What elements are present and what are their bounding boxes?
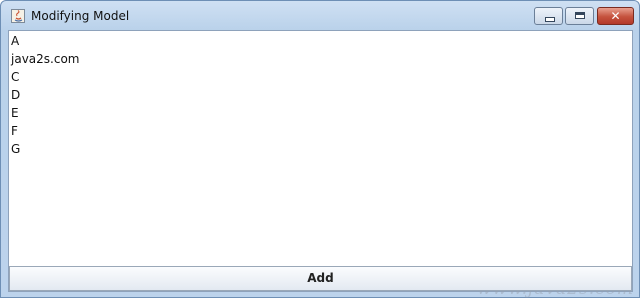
java-icon	[11, 9, 25, 23]
list-item[interactable]: A	[11, 32, 611, 50]
list-item[interactable]: G	[11, 140, 611, 158]
minimize-button[interactable]	[534, 7, 563, 25]
add-button[interactable]: Add	[9, 266, 632, 291]
list-item[interactable]: E	[11, 104, 611, 122]
window-title: Modifying Model	[31, 9, 130, 23]
minimize-icon	[545, 17, 555, 22]
maximize-button[interactable]	[565, 7, 594, 25]
list-item[interactable]: java2s.com	[11, 50, 611, 68]
list-item[interactable]: D	[11, 86, 611, 104]
title-bar[interactable]: Modifying Model ✕	[1, 1, 639, 31]
list-item[interactable]: C	[11, 68, 611, 86]
close-button[interactable]: ✕	[597, 7, 634, 25]
item-list[interactable]: A java2s.com C D E F G	[9, 31, 632, 264]
content-pane: A java2s.com C D E F G www.java2s.com Ad…	[8, 30, 633, 299]
list-item[interactable]: F	[11, 122, 611, 140]
app-window: Modifying Model ✕ A java2s.com C D E F G…	[0, 0, 640, 299]
close-icon: ✕	[610, 9, 621, 23]
maximize-icon	[575, 12, 585, 19]
